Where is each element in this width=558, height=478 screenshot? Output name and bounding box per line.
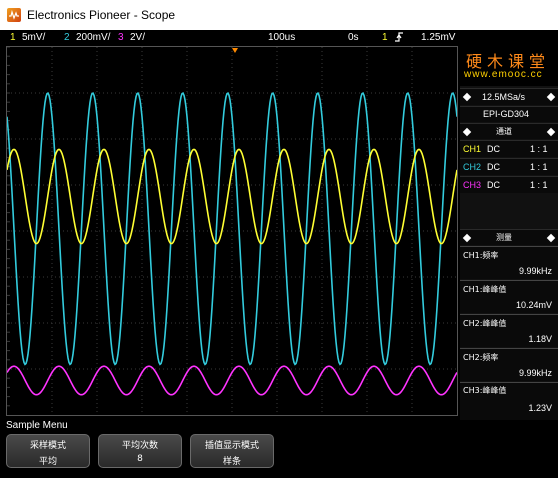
graticule <box>7 47 457 415</box>
menu-title: Sample Menu <box>6 420 68 431</box>
button-value: 平均 <box>38 457 57 467</box>
ch3-waveform <box>7 365 457 396</box>
left-diamond-icon <box>462 233 472 243</box>
channel-name: CH2 <box>463 162 482 172</box>
left-diamond-icon <box>462 92 472 102</box>
measurement-label: CH1:峰峰值 <box>463 285 507 294</box>
right-diamond-icon <box>546 127 556 137</box>
ch2-scale[interactable]: 200mV/ <box>76 32 110 43</box>
measurement-value: 10.24mV <box>515 300 552 310</box>
brand-logo: 硬木课堂 www.emooc.cc <box>460 46 558 86</box>
app-icon <box>7 8 21 22</box>
button-value: 8 <box>137 454 143 464</box>
measurement-value: 9.99kHz <box>518 266 552 276</box>
channel-name: CH1 <box>463 144 482 154</box>
trigger-channel[interactable]: 1 <box>382 32 388 43</box>
measurement-label: CH2:频率 <box>463 353 499 362</box>
measurement-item[interactable]: CH3:峰峰值 <box>460 382 558 400</box>
measurement-item[interactable]: CH2:峰峰值 1.18V <box>460 314 558 347</box>
channel-coupling: DC <box>487 180 500 190</box>
window-title: Electronics Pioneer - Scope <box>27 8 176 22</box>
interpolation-mode-button[interactable]: 插值显示模式 样条 <box>190 434 274 468</box>
ch3-number[interactable]: 3 <box>118 32 124 43</box>
title-bar: Electronics Pioneer - Scope <box>0 0 558 30</box>
channel-row-ch2[interactable]: CH2 DC 1 : 1 <box>460 158 558 175</box>
measure-title: 测量 <box>496 233 512 242</box>
measurement-item[interactable]: 1.23V <box>460 400 558 420</box>
ch1-number[interactable]: 1 <box>10 32 16 43</box>
channels-header: 通道 <box>460 123 558 139</box>
measurement-value: 1.23V <box>528 403 552 413</box>
right-diamond-icon <box>546 233 556 243</box>
right-diamond-icon <box>546 92 556 102</box>
measurement-item[interactable]: CH2:频率 9.99kHz <box>460 348 558 381</box>
sample-rate: 12.5MSa/s <box>482 92 526 102</box>
measurement-item[interactable]: CH1:峰峰值 10.24mV <box>460 280 558 313</box>
ch2-number[interactable]: 2 <box>64 32 70 43</box>
channels-title: 通道 <box>496 127 512 136</box>
trigger-position-marker[interactable] <box>232 48 238 53</box>
measurement-label: CH3:峰峰值 <box>463 386 507 395</box>
channel-row-ch1[interactable]: CH1 DC 1 : 1 <box>460 140 558 157</box>
channel-name: CH3 <box>463 180 482 190</box>
button-label: 插值显示模式 <box>204 441 259 451</box>
average-count-button[interactable]: 平均次数 8 <box>98 434 182 468</box>
channel-coupling: DC <box>487 144 500 154</box>
sample-mode-button[interactable]: 采样模式 平均 <box>6 434 90 468</box>
measurement-label: CH2:峰峰值 <box>463 319 507 328</box>
info-panel: 硬木课堂 www.emooc.cc 12.5MSa/s EPI-GD304 通道… <box>460 46 558 420</box>
channel-row-ch3[interactable]: CH3 DC 1 : 1 <box>460 176 558 193</box>
measurement-value: 9.99kHz <box>518 368 552 378</box>
ch3-scale[interactable]: 2V/ <box>130 32 145 43</box>
channel-status-bar: 1 5mV/ 2 200mV/ 3 2V/ 100us 0s 1 1.25mV <box>0 30 558 46</box>
channel-coupling: DC <box>487 162 500 172</box>
left-diamond-icon <box>462 127 472 137</box>
scope-screen: 1 5mV/ 2 200mV/ 3 2V/ 100us 0s 1 1.25mV … <box>0 30 558 478</box>
ch1-scale[interactable]: 5mV/ <box>22 32 45 43</box>
measurement-item[interactable]: CH1:频率 9.99kHz <box>460 246 558 279</box>
button-value: 样条 <box>222 457 241 467</box>
model-row: EPI-GD304 <box>460 106 558 122</box>
measure-header: 测量 <box>460 229 558 245</box>
channel-probe: 1 : 1 <box>530 162 548 172</box>
channel-probe: 1 : 1 <box>530 144 548 154</box>
rising-edge-icon <box>394 31 404 46</box>
measurement-label: CH1:频率 <box>463 251 499 260</box>
trigger-level[interactable]: 1.25mV <box>421 32 455 43</box>
measurement-value: 1.18V <box>528 334 552 344</box>
channel-probe: 1 : 1 <box>530 180 548 190</box>
button-label: 采样模式 <box>29 441 66 451</box>
sample-rate-row[interactable]: 12.5MSa/s <box>460 88 558 105</box>
device-model: EPI-GD304 <box>483 109 530 119</box>
waveform-display[interactable] <box>6 46 458 416</box>
waveform-svg <box>7 47 457 415</box>
brand-url: www.emooc.cc <box>464 69 543 80</box>
time-delay[interactable]: 0s <box>348 32 359 43</box>
button-label: 平均次数 <box>121 441 158 451</box>
timebase[interactable]: 100us <box>268 32 295 43</box>
